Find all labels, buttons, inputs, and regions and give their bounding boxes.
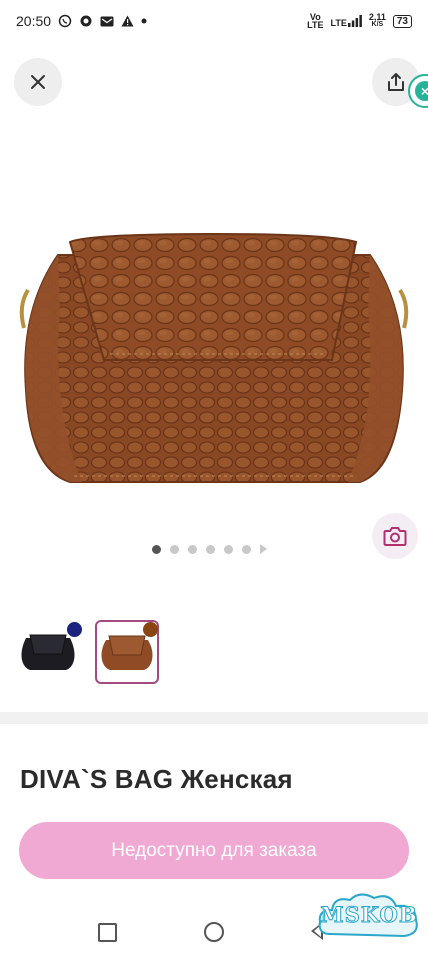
pager-more-icon xyxy=(260,544,267,554)
viber-icon xyxy=(58,14,72,28)
product-title: DIVA`S BAG Женская xyxy=(20,764,293,794)
watermark-text: MSKOB xyxy=(320,902,418,928)
whatsapp-icon xyxy=(79,14,93,28)
pager-dot[interactable] xyxy=(206,544,215,554)
notification-dot-icon xyxy=(141,18,147,24)
pager-dot[interactable] xyxy=(188,544,197,554)
signal-icon xyxy=(347,15,362,27)
section-divider xyxy=(0,712,428,724)
order-button[interactable]: Недоступно для заказа xyxy=(19,822,409,879)
pager-dot-active[interactable] xyxy=(152,544,161,554)
close-icon xyxy=(31,75,45,89)
close-button[interactable] xyxy=(14,58,62,106)
status-time: 20:50 xyxy=(16,13,52,29)
home-icon[interactable] xyxy=(204,922,224,942)
pager-dot[interactable] xyxy=(224,544,233,554)
volte-indicator: Vo LTE xyxy=(307,13,324,30)
bag-flap xyxy=(68,232,358,361)
mail-icon xyxy=(100,16,114,27)
swatch-brown xyxy=(143,622,158,637)
recent-apps-icon[interactable] xyxy=(98,923,117,942)
status-right: Vo LTE LTE 2,11 K/S 73 xyxy=(307,13,412,30)
battery-level: 73 xyxy=(392,14,412,28)
gallery-pager[interactable] xyxy=(152,544,267,554)
speed-value: 2,11 xyxy=(368,12,386,22)
right-strap-ring xyxy=(398,288,409,329)
pager-dot[interactable] xyxy=(242,544,251,554)
pager-dot[interactable] xyxy=(170,544,179,554)
status-bar: 20:50 Vo LTE LTE 2,11 K/S 73 xyxy=(0,0,428,42)
net-speed: 2,11 K/S xyxy=(369,13,386,29)
left-strap-ring xyxy=(19,288,30,329)
volte-bottom: LTE xyxy=(307,20,324,30)
variant-brown-thumbnail xyxy=(101,635,153,670)
lte-label: LTE xyxy=(330,18,347,28)
product-image[interactable] xyxy=(0,110,428,530)
close-overlay-icon: × xyxy=(415,81,428,101)
share-icon xyxy=(388,73,404,91)
warning-icon xyxy=(121,15,134,27)
speed-unit: K/S xyxy=(371,21,384,28)
variant-navy-thumbnail xyxy=(21,634,75,670)
close-overlay-badge[interactable]: × xyxy=(408,74,428,108)
status-left: 20:50 xyxy=(16,13,147,29)
swatch-navy xyxy=(67,622,82,637)
camera-icon xyxy=(383,527,407,546)
signal-indicator: LTE xyxy=(330,15,362,28)
visual-search-button[interactable] xyxy=(372,513,418,559)
